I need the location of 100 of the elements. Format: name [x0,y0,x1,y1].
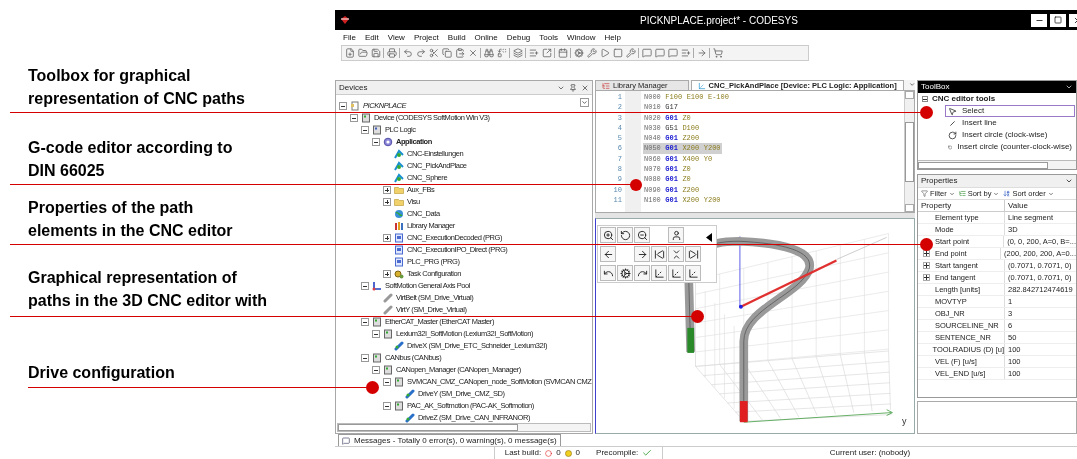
horizontal-scrollbar[interactable] [337,423,591,432]
filter-icon [921,190,928,197]
minimize-button[interactable] [1031,13,1047,27]
redo-icon [415,48,426,58]
group-header: CNC editor tools [932,93,996,105]
menu-item[interactable]: View [387,31,405,44]
rotate-button[interactable] [617,227,633,243]
layers-button[interactable] [512,47,523,59]
binoculars-button[interactable] [483,47,494,59]
save-button[interactable] [370,47,381,59]
device-icon [394,377,404,387]
messages-tab[interactable]: Messages - Totally 0 error(s), 0 warning(s), 0 message(s) [338,434,561,446]
collapse-toggle[interactable] [372,330,380,338]
collapse-toggle[interactable] [372,366,380,374]
skip-forward-button[interactable] [685,246,701,262]
menu-item[interactable]: Window [567,31,596,44]
undo-icon [402,48,413,58]
redo-button[interactable] [415,47,426,59]
axes-button[interactable] [668,265,684,281]
toolbox-item[interactable]: Insert circle (clock-wise) [945,129,1075,141]
menu-item[interactable]: Tools [539,31,558,44]
gear-button[interactable] [617,265,633,281]
collapse-toggle[interactable] [361,318,369,326]
collapse-toggle[interactable] [383,378,391,386]
collapse-toggle[interactable] [361,126,369,134]
menu-item[interactable]: Project [413,31,439,44]
curve-right-button[interactable] [634,265,650,281]
caret-icon [908,81,915,88]
arrow-left-button[interactable] [600,246,616,262]
chevrons-button[interactable] [668,246,684,262]
layers-icon [512,48,523,58]
paste-button[interactable] [454,47,465,59]
export-button[interactable] [541,47,552,59]
expand-toggle[interactable] [383,234,391,242]
pin-icon [569,83,577,92]
collapse-toggle[interactable] [361,354,369,362]
toolbox-item[interactable]: Insert line [945,117,1075,129]
comment-button[interactable] [667,47,678,59]
cross-icon [467,48,478,58]
skip-back-button[interactable] [651,246,667,262]
cart-icon [712,48,723,58]
play-button[interactable] [599,47,610,59]
menu-item[interactable]: Online [474,31,498,44]
column-header: Property [918,200,1005,211]
calendar-button[interactable] [557,47,568,59]
scissors-icon [428,48,439,58]
comment-button[interactable] [654,47,665,59]
expand-toggle[interactable] [383,186,391,194]
axes-icon [687,267,699,279]
play-icon [599,48,610,58]
menu-item[interactable]: Debug [506,31,531,44]
arrow-right-button[interactable] [634,246,650,262]
menu-item[interactable]: File [343,31,356,44]
comment-button[interactable] [641,47,652,59]
collapse-toggle[interactable] [350,114,358,122]
stop-button[interactable] [612,47,623,59]
vertical-scrollbar[interactable] [904,91,914,212]
toolbox-item[interactable]: Select [945,105,1075,117]
error-count: 0 [556,447,561,459]
arrow-right-icon [696,48,707,58]
cnc-path-icon [394,173,404,183]
expand-toggle[interactable] [383,198,391,206]
device-icon [383,365,393,375]
wrench-button[interactable] [586,47,597,59]
figure-button[interactable] [668,227,684,243]
menu-item[interactable]: Build [447,31,466,44]
device-icon [372,125,382,135]
copy-button[interactable] [441,47,452,59]
wrench-icon [625,48,636,58]
new-file-button[interactable] [344,47,355,59]
annotation-text: Toolbox for graphical representation of CNC paths [28,66,246,109]
cross-button[interactable] [467,47,478,59]
cart-button[interactable] [712,47,723,59]
menu-item[interactable]: Help [604,31,621,44]
collapse-toggle[interactable] [361,282,369,290]
list-icon [342,436,350,445]
zoom-in-button[interactable] [600,227,616,243]
expand-toggle[interactable] [383,270,391,278]
menu-item[interactable]: Edit [364,31,379,44]
zoom-out-button[interactable] [634,227,650,243]
undo-button[interactable] [402,47,413,59]
folder-button[interactable] [357,47,368,59]
toolbox-item[interactable]: Insert circle (counter-clock-wise) [945,141,1075,153]
current-user: Current user: (nobody) [829,447,911,459]
maximize-button[interactable] [1050,13,1066,27]
drive-icon [405,389,415,399]
dropdown-button[interactable] [580,98,589,107]
horizontal-scrollbar[interactable] [918,160,1076,169]
tree-icon [958,190,966,197]
scissors-button[interactable] [428,47,439,59]
printer-button[interactable] [386,47,397,59]
axes-button[interactable] [685,265,701,281]
curve-left-button[interactable] [600,265,616,281]
collapse-toggle[interactable] [383,402,391,410]
axes-button[interactable] [651,265,667,281]
wrench-button[interactable] [625,47,636,59]
collapse-toggle[interactable] [372,138,380,146]
axis-icon [372,281,382,291]
collapse-toggle[interactable] [339,102,347,110]
axes-icon [670,267,682,279]
